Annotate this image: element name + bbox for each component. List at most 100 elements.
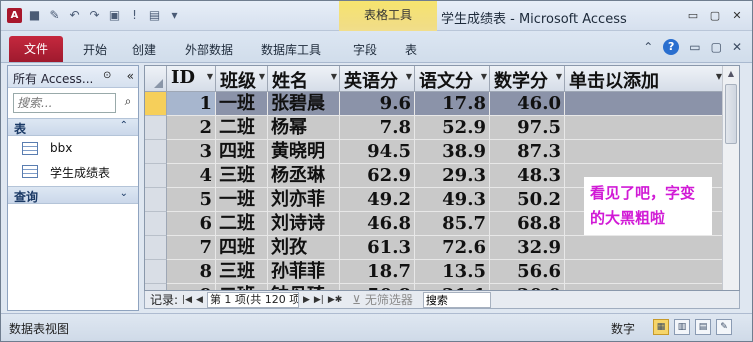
cell-name[interactable]: 刘孜 bbox=[268, 236, 340, 260]
column-header-math[interactable]: 数学分 ▼ bbox=[490, 66, 565, 92]
cell-class[interactable]: 二班 bbox=[216, 284, 268, 290]
collapse-pane-icon[interactable]: « bbox=[127, 69, 134, 83]
cell-name[interactable]: 黄晓明 bbox=[268, 140, 340, 164]
filter-status[interactable]: ⊻ 无筛选器 bbox=[352, 291, 413, 308]
pivottable-view-icon[interactable]: ▥ bbox=[674, 319, 690, 335]
cell-english[interactable]: 18.7 bbox=[340, 260, 415, 284]
close-icon[interactable]: ✕ bbox=[730, 8, 744, 22]
cell-english[interactable]: 61.3 bbox=[340, 236, 415, 260]
minimize-icon[interactable]: ▭ bbox=[686, 8, 700, 22]
sort-filter-dropdown-icon[interactable]: ▼ bbox=[556, 72, 562, 81]
cell-id[interactable]: 9 bbox=[167, 284, 216, 290]
cell-english[interactable]: 7.8 bbox=[340, 116, 415, 140]
help-icon[interactable]: ? bbox=[663, 39, 680, 55]
nav-search-input[interactable] bbox=[14, 94, 115, 112]
cell-chinese[interactable]: 29.3 bbox=[415, 164, 490, 188]
record-selector[interactable] bbox=[145, 188, 167, 212]
edit-icon[interactable]: ✎ bbox=[47, 8, 62, 23]
tab-table[interactable]: 表 bbox=[405, 41, 417, 58]
cell-name[interactable]: 钟丹琦 bbox=[268, 284, 340, 290]
cell-id[interactable]: 7 bbox=[167, 236, 216, 260]
column-header-class[interactable]: 班级 ▼ bbox=[216, 66, 268, 92]
cell-add-new[interactable] bbox=[565, 284, 725, 290]
table-row[interactable]: 7 四班 刘孜 61.3 72.6 32.9 bbox=[145, 236, 739, 260]
first-record-icon[interactable]: |◀ bbox=[182, 295, 192, 305]
save-icon[interactable]: ■ bbox=[27, 8, 42, 23]
record-search-input[interactable] bbox=[423, 292, 490, 307]
design-view-icon[interactable]: ✎ bbox=[716, 319, 732, 335]
cell-name[interactable]: 张碧晨 bbox=[268, 92, 340, 116]
cell-add-new[interactable] bbox=[565, 236, 725, 260]
prev-record-icon[interactable]: ◀ bbox=[196, 295, 203, 305]
cell-chinese[interactable]: 21.1 bbox=[415, 284, 490, 290]
cell-math[interactable]: 56.6 bbox=[490, 260, 565, 284]
tab-file[interactable]: 文件 bbox=[9, 36, 63, 62]
cell-name[interactable]: 刘诗诗 bbox=[268, 212, 340, 236]
tab-home[interactable]: 开始 bbox=[83, 41, 107, 58]
column-header-add-new[interactable]: 单击以添加 ▼ bbox=[565, 66, 725, 92]
cell-math[interactable]: 97.5 bbox=[490, 116, 565, 140]
cell-class[interactable]: 四班 bbox=[216, 236, 268, 260]
alert-icon[interactable]: ! bbox=[127, 8, 142, 23]
redo-icon[interactable]: ↷ bbox=[87, 8, 102, 23]
record-selector[interactable] bbox=[145, 116, 167, 140]
cell-chinese[interactable]: 13.5 bbox=[415, 260, 490, 284]
pivotchart-view-icon[interactable]: ▤ bbox=[695, 319, 711, 335]
current-record-field[interactable]: 第 1 项(共 120 项) bbox=[206, 291, 299, 308]
cell-english[interactable]: 50.8 bbox=[340, 284, 415, 290]
access-app-icon[interactable]: A bbox=[7, 8, 22, 23]
collapse-group-icon[interactable]: ⌃ bbox=[120, 120, 128, 131]
scroll-up-icon[interactable]: ▲ bbox=[723, 66, 739, 82]
cell-chinese[interactable]: 17.8 bbox=[415, 92, 490, 116]
cell-id[interactable]: 2 bbox=[167, 116, 216, 140]
tab-fields[interactable]: 字段 bbox=[353, 41, 377, 58]
cell-chinese[interactable]: 49.3 bbox=[415, 188, 490, 212]
sort-filter-dropdown-icon[interactable]: ▼ bbox=[481, 72, 487, 81]
column-header-chinese[interactable]: 语文分 ▼ bbox=[415, 66, 490, 92]
cell-name[interactable]: 孙菲菲 bbox=[268, 260, 340, 284]
cell-id[interactable]: 6 bbox=[167, 212, 216, 236]
nav-search-box[interactable] bbox=[13, 93, 116, 113]
cell-id[interactable]: 3 bbox=[167, 140, 216, 164]
cell-name[interactable]: 杨丞琳 bbox=[268, 164, 340, 188]
column-header-name[interactable]: 姓名 ▼ bbox=[268, 66, 340, 92]
chevron-down-icon[interactable]: ⊙ bbox=[103, 70, 111, 81]
search-icon[interactable]: ⌕ bbox=[120, 94, 136, 112]
tab-create[interactable]: 创建 bbox=[132, 41, 156, 58]
table-row[interactable]: 1 一班 张碧晨 9.6 17.8 46.0 bbox=[145, 92, 739, 116]
cell-id[interactable]: 8 bbox=[167, 260, 216, 284]
record-search-box[interactable] bbox=[422, 291, 491, 308]
sort-filter-dropdown-icon[interactable]: ▼ bbox=[259, 72, 265, 81]
cell-chinese[interactable]: 38.9 bbox=[415, 140, 490, 164]
sort-filter-dropdown-icon[interactable]: ▼ bbox=[406, 72, 412, 81]
cell-math[interactable]: 20.0 bbox=[490, 284, 565, 290]
cell-add-new[interactable] bbox=[565, 92, 725, 116]
cell-math[interactable]: 50.2 bbox=[490, 188, 565, 212]
cell-name[interactable]: 杨幂 bbox=[268, 116, 340, 140]
cell-add-new[interactable] bbox=[565, 116, 725, 140]
datasheet-view-icon[interactable]: ▦ bbox=[653, 319, 669, 335]
cell-chinese[interactable]: 85.7 bbox=[415, 212, 490, 236]
doc-restore-icon[interactable]: ▢ bbox=[711, 40, 722, 54]
nav-group-tables[interactable]: 表 ⌃ bbox=[8, 118, 138, 136]
cell-id[interactable]: 4 bbox=[167, 164, 216, 188]
cell-class[interactable]: 四班 bbox=[216, 140, 268, 164]
cell-id[interactable]: 1 bbox=[167, 92, 216, 116]
nav-group-queries[interactable]: 查询 ⌄ bbox=[8, 186, 138, 204]
doc-minimize-icon[interactable]: ▭ bbox=[689, 40, 700, 54]
cell-class[interactable]: 二班 bbox=[216, 212, 268, 236]
nav-pane-header[interactable]: 所有 Access... ⊙ « bbox=[8, 66, 138, 88]
cell-math[interactable]: 46.0 bbox=[490, 92, 565, 116]
column-header-english[interactable]: 英语分 ▼ bbox=[340, 66, 415, 92]
cell-id[interactable]: 5 bbox=[167, 188, 216, 212]
record-selector[interactable] bbox=[145, 212, 167, 236]
expand-group-icon[interactable]: ⌄ bbox=[120, 188, 128, 199]
sort-filter-dropdown-icon[interactable]: ▼ bbox=[207, 72, 213, 81]
undo-icon[interactable]: ↶ bbox=[67, 8, 82, 23]
select-all-corner[interactable] bbox=[145, 66, 167, 92]
record-selector[interactable] bbox=[145, 260, 167, 284]
record-selector[interactable] bbox=[145, 236, 167, 260]
table-row[interactable]: 3 四班 黄晓明 94.5 38.9 87.3 bbox=[145, 140, 739, 164]
cell-math[interactable]: 87.3 bbox=[490, 140, 565, 164]
tab-external-data[interactable]: 外部数据 bbox=[185, 41, 233, 58]
